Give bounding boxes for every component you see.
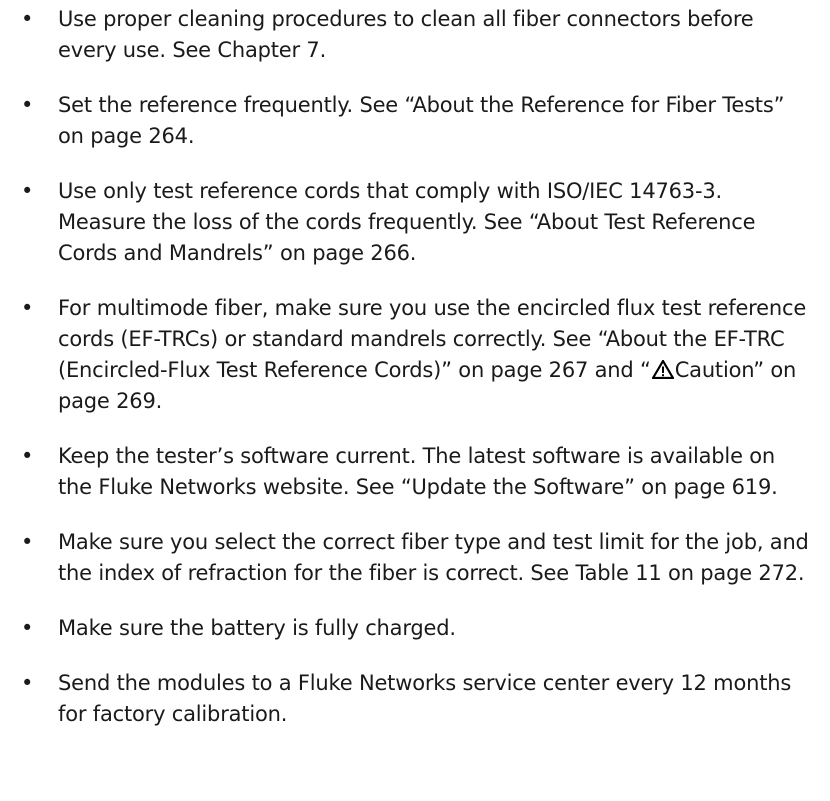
bullet-dot: • <box>21 616 34 640</box>
bullet-item-fiber-type: • Make sure you select the correct fiber… <box>18 527 812 589</box>
tips-bullet-list: • Use proper cleaning procedures to clea… <box>18 4 812 730</box>
bullet-item-reference-cords: • Use only test reference cords that com… <box>18 176 812 269</box>
bullet-text: Set the reference frequently. See “About… <box>58 93 785 148</box>
bullet-dot: • <box>21 179 34 203</box>
bullet-text: Make sure the battery is fully charged. <box>58 616 456 640</box>
bullet-text: Use only test reference cords that compl… <box>58 179 756 265</box>
bullet-item-reference: • Set the reference frequently. See “Abo… <box>18 90 812 152</box>
bullet-item-multimode: • For multimode fiber, make sure you use… <box>18 293 812 417</box>
warning-triangle-icon <box>651 357 674 380</box>
bullet-dot: • <box>21 530 34 554</box>
bullet-text: Use proper cleaning procedures to clean … <box>58 7 754 62</box>
bullet-dot: • <box>21 444 34 468</box>
bullet-text: Send the modules to a Fluke Networks ser… <box>58 671 792 726</box>
bullet-dot: • <box>21 671 34 695</box>
bullet-dot: • <box>21 296 34 320</box>
bullet-text: Keep the tester’s software current. The … <box>58 444 778 499</box>
bullet-text: Make sure you select the correct fiber t… <box>58 530 809 585</box>
document-page: • Use proper cleaning procedures to clea… <box>0 0 830 801</box>
bullet-dot: • <box>21 7 34 31</box>
bullet-dot: • <box>21 93 34 117</box>
bullet-item-cleaning: • Use proper cleaning procedures to clea… <box>18 4 812 66</box>
bullet-item-battery: • Make sure the battery is fully charged… <box>18 613 812 644</box>
bullet-item-calibration: • Send the modules to a Fluke Networks s… <box>18 668 812 730</box>
bullet-item-software: • Keep the tester’s software current. Th… <box>18 441 812 503</box>
